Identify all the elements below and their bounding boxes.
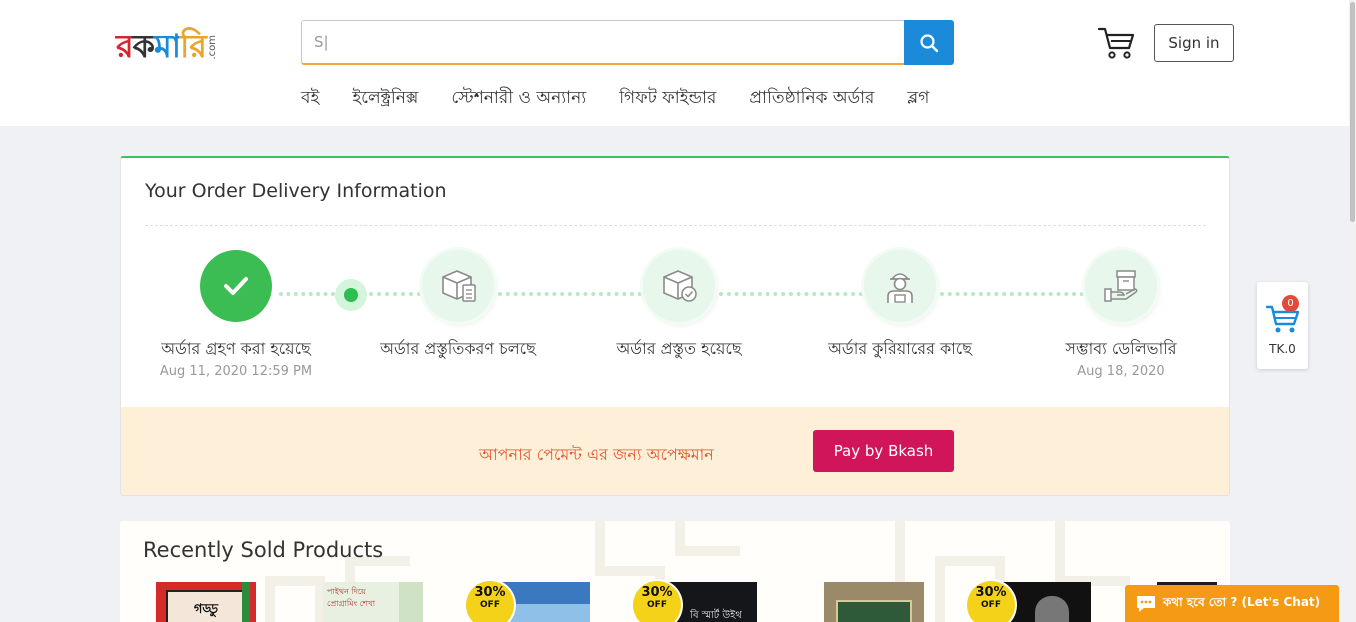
step-connector: [369, 292, 421, 298]
chat-icon: [1137, 596, 1155, 612]
check-icon: [224, 277, 248, 295]
book-title: পাইথন দিয়ে প্রোগ্রামিং শেখা: [327, 587, 376, 608]
step-connector: [940, 292, 1084, 298]
order-delivery-card: Your Order Delivery Information অর্ডার গ…: [120, 156, 1230, 496]
step-4-circle: [864, 250, 936, 322]
nav-item-corporate-order[interactable]: প্রাতিষ্ঠানিক অর্ডার: [749, 84, 874, 112]
step-2-circle: [422, 250, 494, 322]
discount-percent: 30%: [474, 585, 506, 600]
step-5-circle: [1085, 250, 1157, 322]
step-1-circle: [200, 250, 272, 322]
nav-item-electronics[interactable]: ইলেক্ট্রনিক্স: [352, 84, 418, 112]
page-scrollbar[interactable]: [1349, 0, 1356, 622]
nav-item-blog[interactable]: ব্লগ: [907, 84, 929, 112]
search-icon: [920, 33, 939, 52]
search-input[interactable]: [301, 20, 904, 65]
discount-percent: 30%: [975, 585, 1007, 600]
sign-in-button[interactable]: Sign in: [1154, 24, 1234, 62]
step-connector: [719, 292, 863, 298]
step-2-label: অর্ডার প্রস্তুতিকরণ চলছে: [380, 339, 536, 358]
discount-percent: 30%: [641, 585, 673, 600]
nav-item-gift-finder[interactable]: গিফট ফাইন্ডার: [619, 84, 716, 112]
step-3-label: অর্ডার প্রস্তুত হয়েছে: [616, 339, 742, 358]
recently-sold-section: Recently Sold Products গড্ডু পাইথন দিয়ে…: [120, 521, 1230, 622]
book-title: বি স্মার্ট উইথ: [690, 610, 742, 621]
search-bar: [301, 20, 954, 65]
payment-pending-text: আপনার পেমেন্ট এর জন্য অপেক্ষমান: [479, 445, 714, 464]
step-connector: [498, 292, 642, 298]
search-button[interactable]: [904, 20, 954, 65]
discount-badge: 30% OFF: [967, 581, 1015, 622]
hand-box-icon: [1104, 270, 1138, 302]
progress-dot: [335, 279, 367, 311]
floating-cart[interactable]: 0 TK.0: [1257, 282, 1308, 369]
chat-label: কথা হবে তো ? (Let's Chat): [1163, 595, 1321, 609]
box-ready-icon: [663, 270, 697, 302]
recently-sold-title: Recently Sold Products: [143, 538, 384, 562]
book-cover[interactable]: গড্ডু: [156, 582, 256, 622]
step-3-circle: [643, 250, 715, 322]
book-cover[interactable]: পাইথন দিয়ে প্রোগ্রামিং শেখা: [323, 582, 423, 622]
step-connector: [279, 292, 335, 298]
step-5-label: সম্ভাব্য ডেলিভারি: [1065, 339, 1177, 358]
logo-text: রকমারি: [116, 27, 207, 65]
cart-total: TK.0: [1269, 342, 1296, 356]
site-logo[interactable]: রকমারি .com: [116, 18, 218, 66]
discount-off-label: OFF: [480, 600, 500, 610]
live-chat-button[interactable]: কথা হবে তো ? (Let's Chat): [1125, 585, 1339, 622]
pay-by-bkash-button[interactable]: Pay by Bkash: [813, 430, 954, 472]
box-checklist-icon: [442, 270, 476, 302]
step-4-label: অর্ডার কুরিয়ারের কাছে: [828, 339, 972, 358]
discount-off-label: OFF: [647, 600, 667, 610]
main-nav: বই ইলেক্ট্রনিক্স স্টেশনারী ও অন্যান্য গি…: [301, 84, 929, 112]
discount-off-label: OFF: [981, 600, 1001, 610]
discount-badge: 30% OFF: [466, 581, 514, 622]
cart-count-badge: 0: [1282, 295, 1299, 312]
delivery-steps: অর্ডার গ্রহণ করা হয়েছে Aug 11, 2020 12:…: [121, 158, 1229, 408]
courier-icon: [887, 273, 913, 303]
step-1-label: অর্ডার গ্রহণ করা হয়েছে: [161, 339, 311, 358]
discount-badge: 30% OFF: [633, 581, 681, 622]
book-cover[interactable]: [824, 582, 924, 622]
payment-pending-bar: আপনার পেমেন্ট এর জন্য অপেক্ষমান Pay by B…: [121, 407, 1229, 495]
nav-item-books[interactable]: বই: [301, 84, 319, 112]
book-title: গড্ডু: [193, 602, 219, 617]
nav-item-stationery[interactable]: স্টেশনারী ও অন্যান্য: [451, 84, 586, 112]
scrollbar-thumb[interactable]: [1350, 2, 1355, 222]
step-5-date: Aug 18, 2020: [1077, 364, 1165, 379]
site-header: রকমারি .com Sign in বই ইলেক্ট্রনিক্স স্ট…: [0, 0, 1356, 126]
step-1-date: Aug 11, 2020 12:59 PM: [159, 364, 313, 379]
logo-suffix: .com: [206, 35, 218, 60]
cart-icon[interactable]: [1097, 24, 1135, 60]
